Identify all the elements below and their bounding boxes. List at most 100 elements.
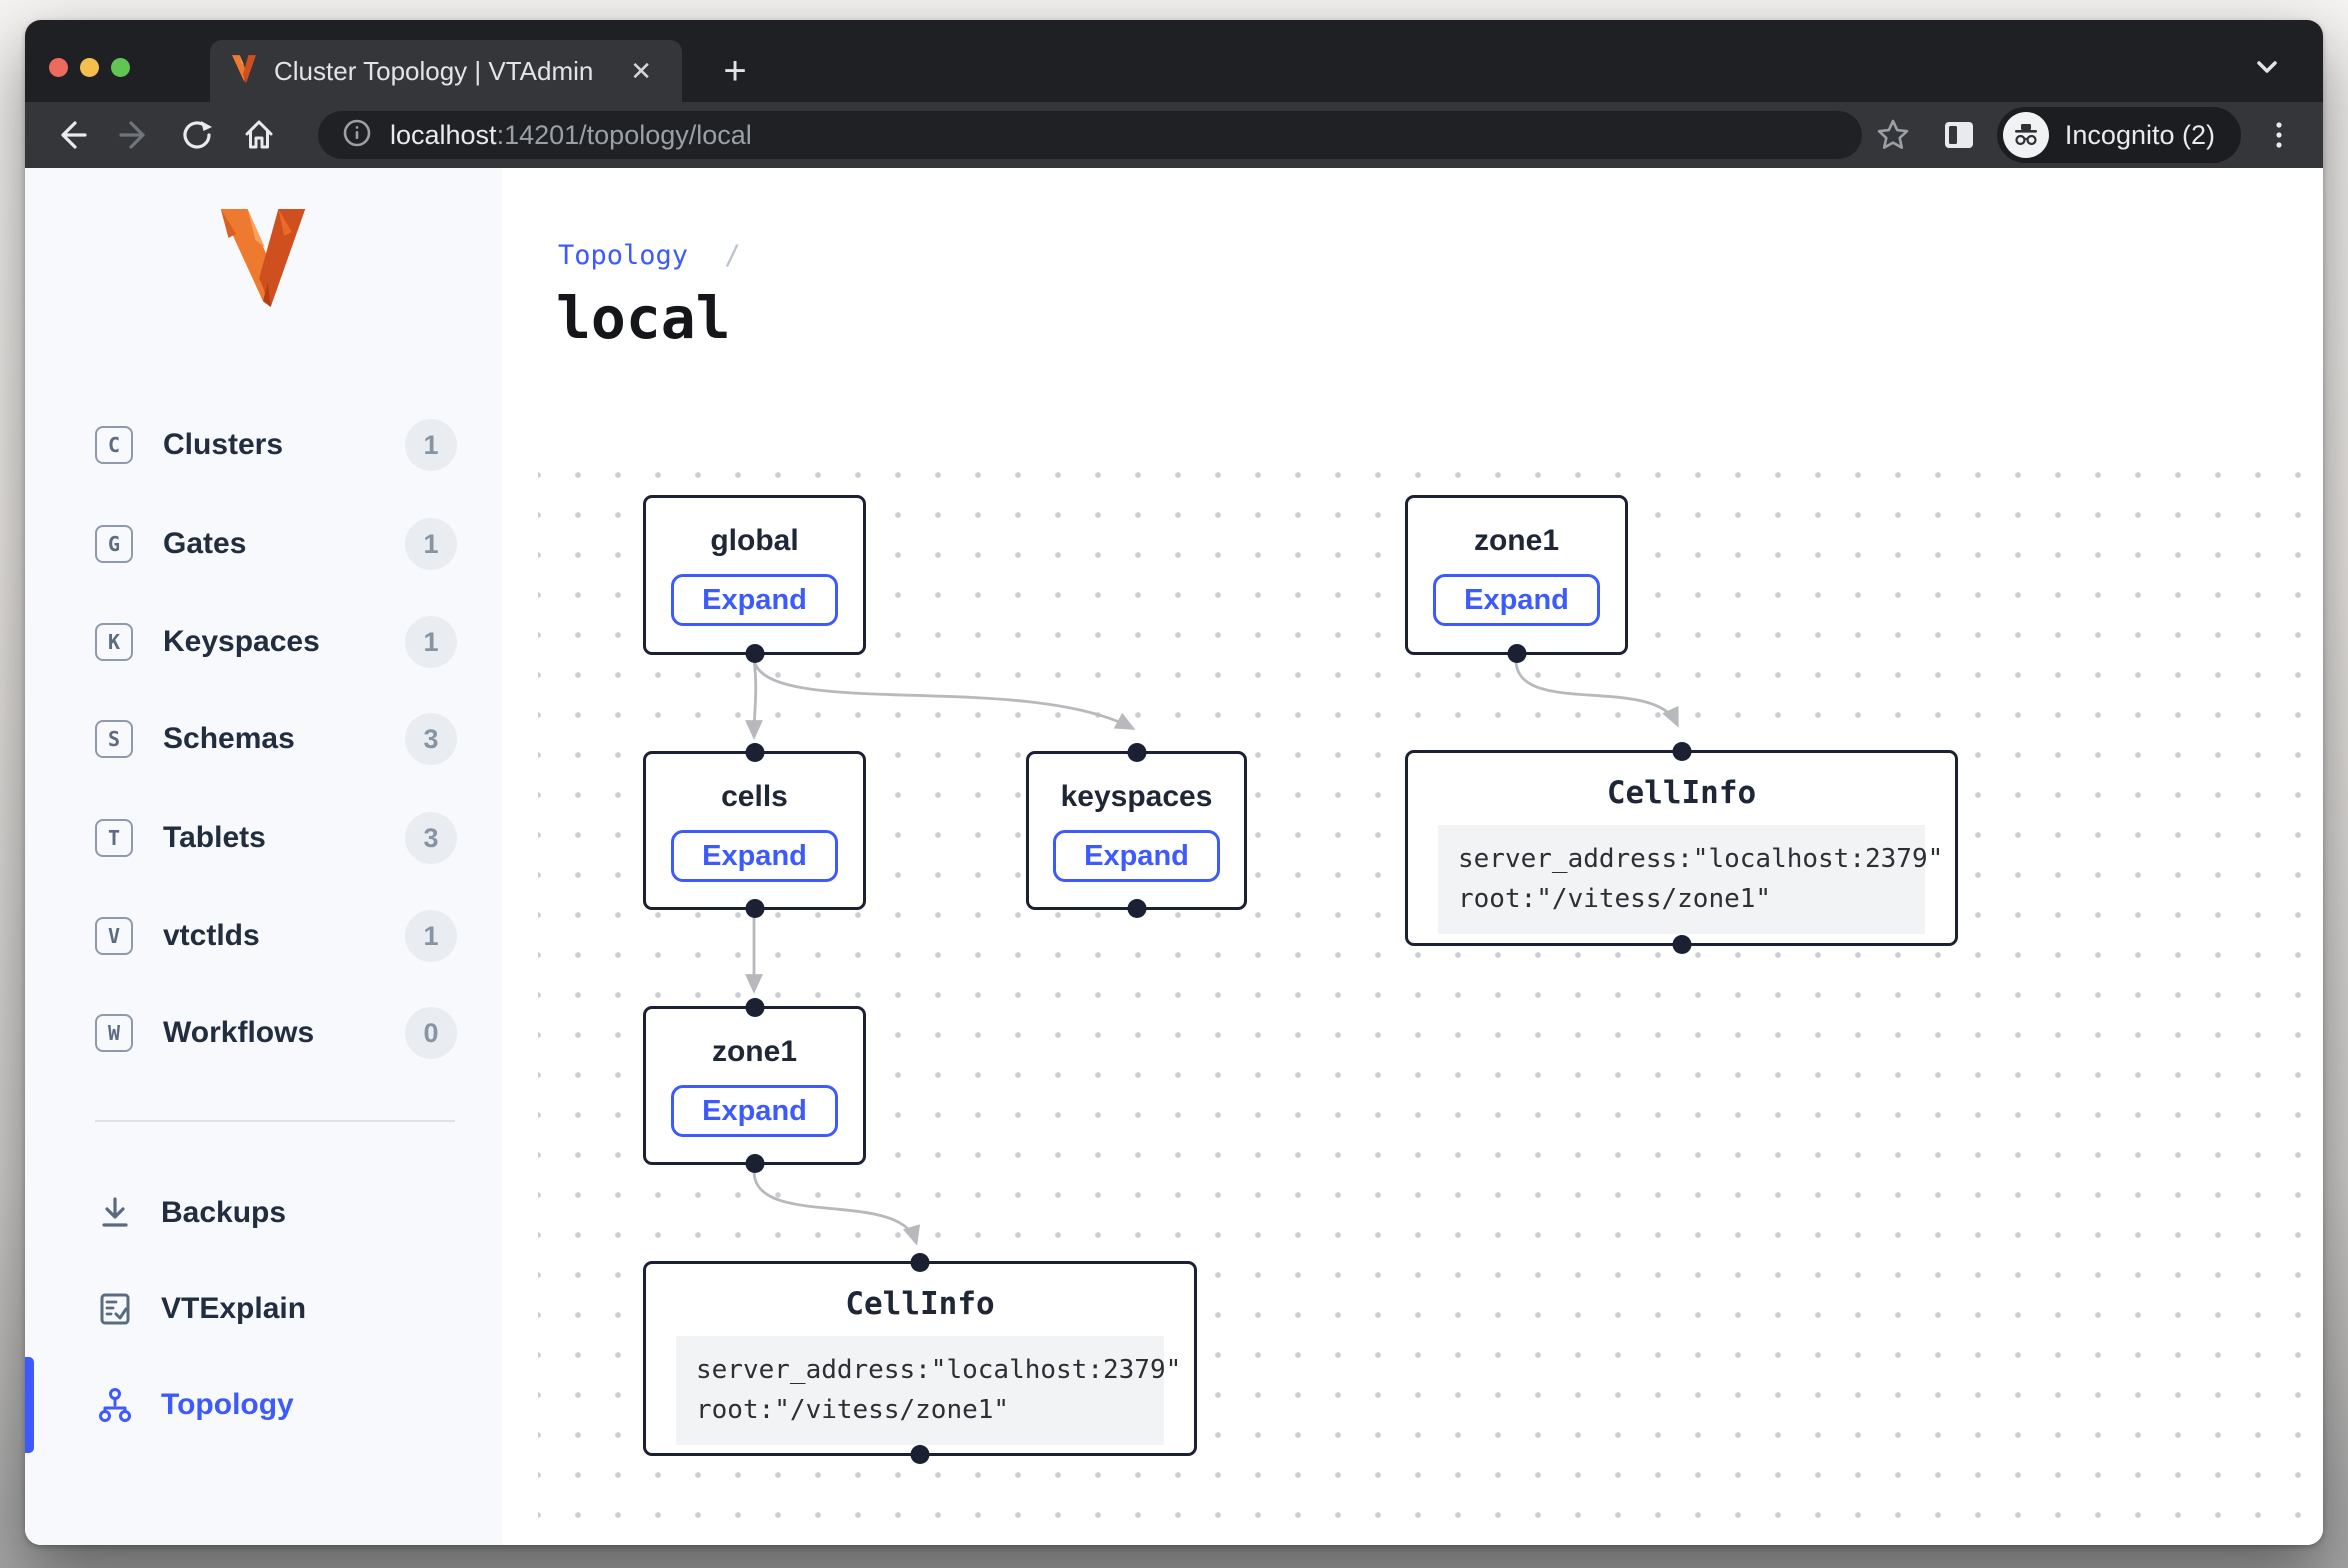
traffic-lights — [49, 58, 130, 77]
cellinfo-code: server_address:"localhost:2379" root:"/v… — [676, 1336, 1164, 1445]
keyspaces-letter-icon: K — [95, 623, 133, 661]
bookmark-star-icon[interactable] — [1867, 109, 1919, 161]
code-line: server_address:"localhost:2379" — [1458, 839, 1905, 879]
url-bar[interactable]: localhost:14201/topology/local — [318, 111, 1862, 159]
node-title: zone1 — [712, 1035, 797, 1069]
port-top — [745, 743, 764, 762]
tab-search-chevron-icon[interactable] — [2247, 46, 2287, 86]
node-global[interactable]: global Expand — [643, 495, 866, 655]
site-info-icon[interactable] — [342, 118, 372, 153]
sidebar-item-backups[interactable]: Backups — [95, 1183, 457, 1243]
port-top — [1672, 742, 1691, 761]
tab-close-icon[interactable]: ✕ — [620, 52, 662, 91]
download-icon — [95, 1193, 135, 1233]
sidebar-item-schemas[interactable]: S Schemas 3 — [95, 709, 457, 769]
node-title: keyspaces — [1061, 780, 1213, 814]
sidebar-item-label: Clusters — [163, 428, 405, 462]
sidebar-item-keyspaces[interactable]: K Keyspaces 1 — [95, 612, 457, 672]
sidebar-item-label: Keyspaces — [163, 625, 405, 659]
node-cells[interactable]: cells Expand — [643, 751, 866, 910]
expand-button[interactable]: Expand — [1433, 574, 1600, 626]
sidebar-item-label: vtctlds — [163, 919, 405, 953]
sidebar-item-topology[interactable]: Topology — [95, 1375, 457, 1435]
sidebar-item-label: VTExplain — [161, 1292, 457, 1326]
count-badge: 3 — [405, 812, 457, 864]
gates-letter-icon: G — [95, 525, 133, 563]
port-bottom — [1127, 899, 1146, 918]
sidebar-item-label: Topology — [161, 1388, 457, 1422]
node-keyspaces[interactable]: keyspaces Expand — [1026, 751, 1247, 910]
back-button[interactable] — [45, 109, 97, 161]
port-bottom — [911, 1445, 930, 1464]
port-bottom — [745, 644, 764, 663]
breadcrumb-topology-link[interactable]: Topology — [558, 240, 688, 271]
incognito-profile-chip[interactable]: Incognito (2) — [1997, 107, 2241, 163]
count-badge: 1 — [405, 616, 457, 668]
port-top — [745, 998, 764, 1017]
vitess-favicon — [230, 54, 258, 89]
url-text: localhost:14201/topology/local — [390, 120, 752, 151]
forward-button[interactable] — [109, 109, 161, 161]
vtctlds-letter-icon: V — [95, 917, 133, 955]
url-path: :14201/topology/local — [497, 120, 752, 150]
breadcrumb: Topology / — [558, 240, 741, 271]
menu-kebab-icon[interactable] — [2253, 109, 2305, 161]
home-button[interactable] — [233, 109, 285, 161]
tab-strip: Cluster Topology | VTAdmin ✕ + — [25, 20, 2323, 102]
topology-canvas: Topology / local — [502, 168, 2323, 1545]
node-title: zone1 — [1474, 524, 1559, 558]
count-badge: 1 — [405, 910, 457, 962]
code-line: root:"/vitess/zone1" — [696, 1390, 1144, 1430]
node-cellinfo-zone1[interactable]: CellInfo server_address:"localhost:2379"… — [1405, 750, 1958, 946]
node-cellinfo-zone1-cell[interactable]: CellInfo server_address:"localhost:2379"… — [643, 1261, 1197, 1456]
sidebar-divider — [95, 1120, 455, 1122]
count-badge: 0 — [405, 1007, 457, 1059]
expand-button[interactable]: Expand — [671, 1085, 838, 1137]
sidebar: C Clusters 1 G Gates 1 K Keyspaces 1 S S… — [25, 168, 502, 1545]
node-zone1-top[interactable]: zone1 Expand — [1405, 495, 1628, 655]
url-host: localhost — [390, 120, 497, 150]
screenshot: Cluster Topology | VTAdmin ✕ + — [0, 0, 2348, 1568]
browser-tab[interactable]: Cluster Topology | VTAdmin ✕ — [210, 40, 682, 102]
close-window-button[interactable] — [49, 58, 68, 77]
toolbar-right: Incognito (2) — [1867, 102, 2323, 168]
node-title: CellInfo — [1607, 775, 1756, 811]
node-zone1-cell[interactable]: zone1 Expand — [643, 1006, 866, 1165]
reload-button[interactable] — [171, 109, 223, 161]
side-panel-icon[interactable] — [1933, 109, 1985, 161]
sidebar-item-label: Workflows — [163, 1016, 405, 1050]
sidebar-item-workflows[interactable]: W Workflows 0 — [95, 1003, 457, 1063]
new-tab-button[interactable]: + — [709, 46, 761, 98]
minimize-window-button[interactable] — [80, 58, 99, 77]
expand-button[interactable]: Expand — [671, 574, 838, 626]
node-title: cells — [721, 780, 788, 814]
sidebar-item-label: Tablets — [163, 821, 405, 855]
workflows-letter-icon: W — [95, 1014, 133, 1052]
cellinfo-code: server_address:"localhost:2379" root:"/v… — [1438, 825, 1925, 934]
node-title: global — [710, 524, 798, 558]
count-badge: 1 — [405, 419, 457, 471]
port-bottom — [1672, 935, 1691, 954]
sidebar-item-label: Gates — [163, 527, 405, 561]
page-title: local — [556, 284, 731, 352]
sidebar-item-label: Backups — [161, 1196, 457, 1230]
count-badge: 3 — [405, 713, 457, 765]
port-bottom — [1507, 644, 1526, 663]
port-bottom — [745, 899, 764, 918]
sidebar-item-vtexplain[interactable]: VTExplain — [95, 1279, 457, 1339]
tablets-letter-icon: T — [95, 819, 133, 857]
incognito-icon — [2003, 112, 2049, 158]
sidebar-item-tablets[interactable]: T Tablets 3 — [95, 808, 457, 868]
sidebar-item-vtctlds[interactable]: V vtctlds 1 — [95, 906, 457, 966]
breadcrumb-separator: / — [724, 240, 740, 271]
incognito-label: Incognito (2) — [2065, 120, 2215, 151]
sidebar-item-clusters[interactable]: C Clusters 1 — [95, 415, 457, 475]
sidebar-item-gates[interactable]: G Gates 1 — [95, 514, 457, 574]
fullscreen-window-button[interactable] — [111, 58, 130, 77]
vitess-logo — [215, 204, 311, 317]
code-line: server_address:"localhost:2379" — [696, 1350, 1144, 1390]
expand-button[interactable]: Expand — [671, 830, 838, 882]
document-check-icon — [95, 1289, 135, 1329]
node-title: CellInfo — [845, 1286, 994, 1322]
expand-button[interactable]: Expand — [1053, 830, 1220, 882]
